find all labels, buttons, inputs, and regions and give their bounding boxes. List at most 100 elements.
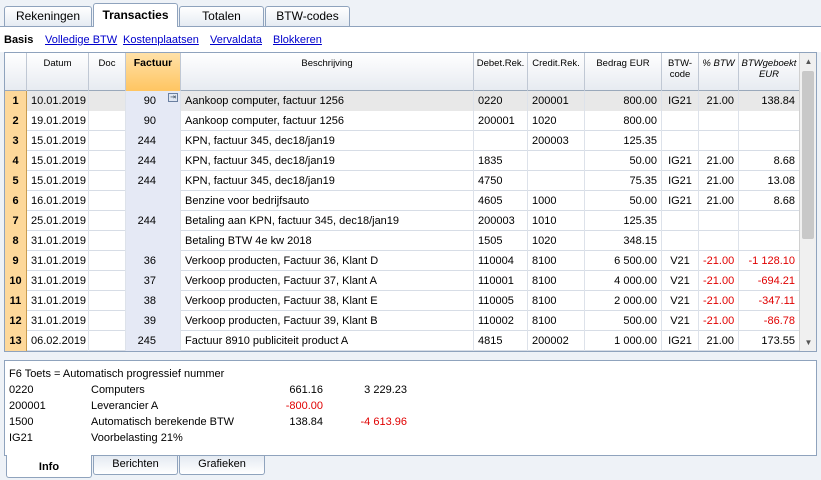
table-row[interactable]: 1 10.01.2019 90 Aankoop computer, factuur 1…	[5, 91, 800, 111]
cell-bedrag[interactable]: 1 000.00	[585, 331, 662, 351]
cell-credit-rek[interactable]: 1000	[528, 191, 585, 211]
cell-btw-code[interactable]	[662, 231, 699, 251]
cell-beschrijving[interactable]: KPN, factuur 345, dec18/jan19	[181, 151, 474, 171]
tab-btw-codes[interactable]: BTW-codes	[265, 6, 350, 27]
cell-debet-rek[interactable]: 0220	[474, 91, 528, 111]
cell-beschrijving[interactable]: Factuur 8910 publiciteit product A	[181, 331, 474, 351]
cell-btw-geboekt[interactable]	[739, 231, 800, 251]
table-row[interactable]: 7 25.01.2019 244 Betaling aan KPN, factuur …	[5, 211, 800, 231]
cell-datum[interactable]: 31.01.2019	[27, 231, 89, 251]
cell-beschrijving[interactable]: KPN, factuur 345, dec18/jan19	[181, 171, 474, 191]
cell-pct-btw[interactable]	[699, 211, 739, 231]
cell-factuur[interactable]	[126, 231, 181, 251]
cell-debet-rek[interactable]	[474, 131, 528, 151]
cell-credit-rek[interactable]	[528, 171, 585, 191]
table-row[interactable]: 6 16.01.2019 Benzine voor bedrijfsauto 4605…	[5, 191, 800, 211]
cell-datum[interactable]: 25.01.2019	[27, 211, 89, 231]
cell-pct-btw[interactable]: 21.00	[699, 331, 739, 351]
cell-btw-code[interactable]: V21	[662, 311, 699, 331]
header-btw-geboekt[interactable]: BTWgeboekt EUR	[739, 53, 800, 91]
table-row[interactable]: 9 31.01.2019 36 Verkoop producten, Factuur …	[5, 251, 800, 271]
cell-datum[interactable]: 10.01.2019	[27, 91, 89, 111]
cell-bedrag[interactable]: 50.00	[585, 151, 662, 171]
header-factuur[interactable]: Factuur	[126, 53, 181, 91]
tab-transacties[interactable]: Transacties	[93, 3, 178, 27]
header-beschrijving[interactable]: Beschrijving	[181, 53, 474, 91]
header-datum[interactable]: Datum	[27, 53, 89, 91]
cell-datum[interactable]: 31.01.2019	[27, 311, 89, 331]
cell-credit-rek[interactable]: 200003	[528, 131, 585, 151]
cell-bedrag[interactable]: 6 500.00	[585, 251, 662, 271]
cell-btw-geboekt[interactable]: -86.78	[739, 311, 800, 331]
table-row[interactable]: 11 31.01.2019 38 Verkoop producten, Factuur…	[5, 291, 800, 311]
cell-factuur[interactable]	[126, 191, 181, 211]
header-debet-rek[interactable]: Debet.Rek.	[474, 53, 528, 91]
cell-debet-rek[interactable]: 1505	[474, 231, 528, 251]
scroll-thumb[interactable]	[802, 71, 814, 239]
cell-datum[interactable]: 15.01.2019	[27, 151, 89, 171]
cell-datum[interactable]: 16.01.2019	[27, 191, 89, 211]
cell-beschrijving[interactable]: Verkoop producten, Factuur 36, Klant D	[181, 251, 474, 271]
cell-factuur[interactable]: 245	[126, 331, 181, 351]
cell-factuur[interactable]: 38	[126, 291, 181, 311]
tab-info[interactable]: Info	[6, 455, 92, 478]
cell-doc[interactable]	[89, 251, 126, 271]
cell-doc[interactable]	[89, 231, 126, 251]
cell-debet-rek[interactable]: 110002	[474, 311, 528, 331]
cell-credit-rek[interactable]: 8100	[528, 251, 585, 271]
tab-totalen[interactable]: Totalen	[179, 6, 264, 27]
cell-btw-code[interactable]: IG21	[662, 151, 699, 171]
cell-bedrag[interactable]: 500.00	[585, 311, 662, 331]
cell-doc[interactable]	[89, 91, 126, 111]
cell-btw-code[interactable]: V21	[662, 291, 699, 311]
table-row[interactable]: 5 15.01.2019 244 KPN, factuur 345, dec18/ja…	[5, 171, 800, 191]
cell-pct-btw[interactable]: 21.00	[699, 171, 739, 191]
cell-doc[interactable]	[89, 291, 126, 311]
cell-factuur[interactable]: 37	[126, 271, 181, 291]
cell-btw-geboekt[interactable]: 138.84	[739, 91, 800, 111]
cell-doc[interactable]	[89, 131, 126, 151]
cell-bedrag[interactable]: 2 000.00	[585, 291, 662, 311]
cell-beschrijving[interactable]: KPN, factuur 345, dec18/jan19	[181, 131, 474, 151]
cell-btw-geboekt[interactable]: -694.21	[739, 271, 800, 291]
header-btw-code[interactable]: BTW- code	[662, 53, 699, 91]
cell-btw-code[interactable]: IG21	[662, 171, 699, 191]
cell-bedrag[interactable]: 348.15	[585, 231, 662, 251]
cell-credit-rek[interactable]: 1020	[528, 231, 585, 251]
cell-edit-icon[interactable]: ⇥	[168, 93, 178, 102]
cell-datum[interactable]: 06.02.2019	[27, 331, 89, 351]
cell-btw-code[interactable]: V21	[662, 271, 699, 291]
cell-debet-rek[interactable]: 110005	[474, 291, 528, 311]
cell-doc[interactable]	[89, 211, 126, 231]
table-row[interactable]: 8 31.01.2019 Betaling BTW 4e kw 2018 1505 10…	[5, 231, 800, 251]
table-row[interactable]: 4 15.01.2019 244 KPN, factuur 345, dec18/ja…	[5, 151, 800, 171]
cell-beschrijving[interactable]: Benzine voor bedrijfsauto	[181, 191, 474, 211]
cell-btw-code[interactable]	[662, 211, 699, 231]
cell-pct-btw[interactable]	[699, 131, 739, 151]
cell-bedrag[interactable]: 125.35	[585, 131, 662, 151]
cell-btw-code[interactable]: IG21	[662, 91, 699, 111]
cell-pct-btw[interactable]: -21.00	[699, 271, 739, 291]
tab-grafieken[interactable]: Grafieken	[179, 456, 265, 475]
header-pct-btw[interactable]: % BTW	[699, 53, 739, 91]
cell-doc[interactable]	[89, 271, 126, 291]
cell-debet-rek[interactable]: 4750	[474, 171, 528, 191]
cell-btw-geboekt[interactable]	[739, 131, 800, 151]
cell-pct-btw[interactable]: -21.00	[699, 311, 739, 331]
cell-datum[interactable]: 19.01.2019	[27, 111, 89, 131]
cell-btw-geboekt[interactable]: 13.08	[739, 171, 800, 191]
cell-doc[interactable]	[89, 151, 126, 171]
cell-credit-rek[interactable]: 1020	[528, 111, 585, 131]
cell-pct-btw[interactable]: 21.00	[699, 151, 739, 171]
cell-credit-rek[interactable]: 8100	[528, 291, 585, 311]
cell-factuur[interactable]: 90	[126, 111, 181, 131]
cell-doc[interactable]	[89, 111, 126, 131]
header-bedrag-eur[interactable]: Bedrag EUR	[585, 53, 662, 91]
cell-debet-rek[interactable]: 110001	[474, 271, 528, 291]
cell-doc[interactable]	[89, 331, 126, 351]
scroll-down-icon[interactable]: ▼	[800, 334, 816, 351]
header-credit-rek[interactable]: Credit.Rek.	[528, 53, 585, 91]
cell-doc[interactable]	[89, 171, 126, 191]
cell-doc[interactable]	[89, 311, 126, 331]
cell-debet-rek[interactable]: 4605	[474, 191, 528, 211]
